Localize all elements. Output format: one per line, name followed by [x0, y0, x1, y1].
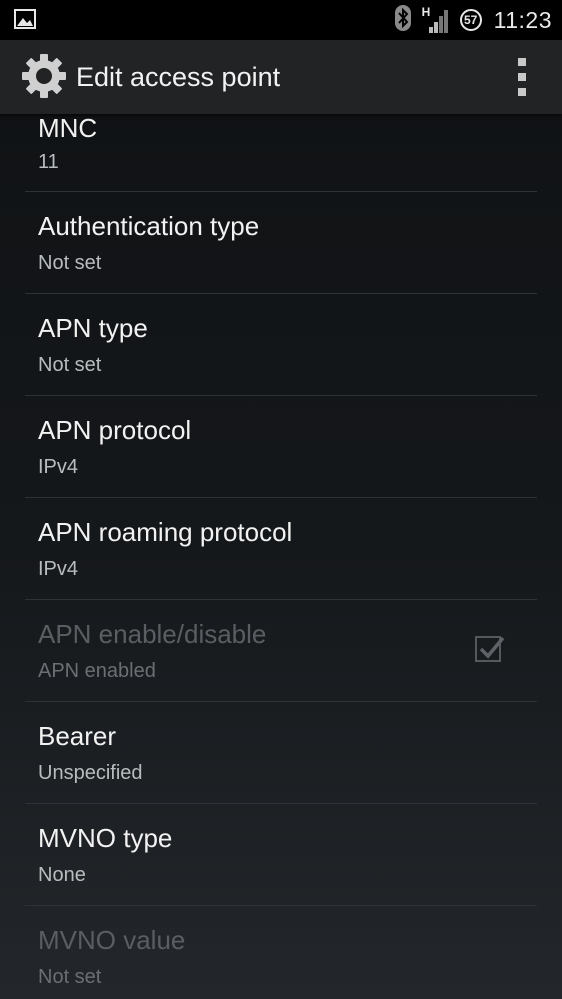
setting-label: MNC: [38, 113, 98, 143]
setting-apn-type[interactable]: APN type Not set: [25, 294, 537, 396]
overflow-menu-icon[interactable]: [512, 58, 532, 96]
setting-value: None: [38, 864, 86, 886]
battery-level: 57: [463, 13, 478, 27]
setting-mnc[interactable]: MNC 11: [25, 113, 537, 192]
setting-bearer[interactable]: Bearer Unspecified: [25, 702, 537, 804]
setting-mvno-type[interactable]: MVNO type None: [25, 804, 537, 906]
setting-value: Not set: [38, 966, 102, 988]
apn-enabled-checkbox: [475, 636, 505, 662]
setting-label: APN enable/disable: [38, 619, 267, 649]
page-title: Edit access point: [76, 62, 281, 92]
checkmark-icon: [479, 636, 505, 659]
setting-label: APN type: [38, 313, 148, 343]
settings-list: MNC 11 Authentication type Not set APN t…: [0, 113, 562, 999]
setting-authentication-type[interactable]: Authentication type Not set: [25, 192, 537, 294]
setting-label: Authentication type: [38, 211, 260, 241]
setting-value: IPv4: [38, 558, 79, 580]
status-icons: H 57 11:23: [394, 4, 552, 36]
setting-apn-enable-disable: APN enable/disable APN enabled: [25, 600, 537, 702]
setting-label: MVNO type: [38, 823, 173, 853]
action-bar: Edit access point: [0, 40, 562, 114]
battery-icon: 57: [459, 9, 482, 31]
setting-label: APN roaming protocol: [38, 517, 293, 547]
bluetooth-icon: [394, 4, 412, 37]
clock: 11:23: [493, 6, 552, 33]
screen: H 57 11:23 Edit access point MNC 11 Auth…: [0, 0, 562, 999]
status-bar: H 57 11:23: [0, 0, 562, 40]
setting-label: APN protocol: [38, 415, 192, 445]
signal-icon: H: [422, 5, 450, 35]
setting-label: MVNO value: [38, 925, 186, 955]
gear-icon[interactable]: [20, 52, 68, 100]
setting-value: APN enabled: [38, 660, 156, 682]
setting-apn-protocol[interactable]: APN protocol IPv4: [25, 396, 537, 498]
setting-apn-roaming-protocol[interactable]: APN roaming protocol IPv4: [25, 498, 537, 600]
setting-value: 11: [38, 151, 59, 173]
image-notification-icon: [14, 9, 36, 29]
setting-value: Not set: [38, 252, 102, 274]
setting-label: Bearer: [38, 721, 117, 751]
setting-value: IPv4: [38, 456, 79, 478]
setting-value: Unspecified: [38, 762, 143, 784]
setting-mvno-value: MVNO value Not set: [25, 906, 537, 999]
setting-value: Not set: [38, 354, 102, 376]
